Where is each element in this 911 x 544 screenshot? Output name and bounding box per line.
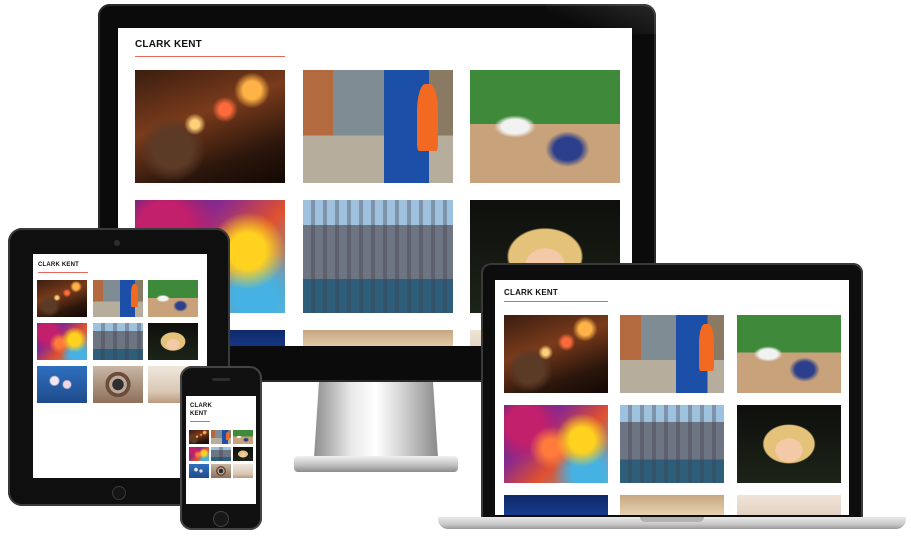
gallery-photo-baseball[interactable]	[470, 70, 620, 183]
gallery-photo-wheel[interactable]	[93, 366, 143, 403]
gallery-photo-baseball[interactable]	[148, 280, 198, 317]
site-title-line-2[interactable]: KENT	[190, 411, 207, 417]
site-title[interactable]: CLARK KENT	[504, 288, 558, 297]
gallery-photo-restaurant[interactable]	[135, 70, 285, 183]
gallery-photo-street[interactable]	[93, 280, 143, 317]
title-underline	[190, 421, 210, 422]
gallery-photo-girl[interactable]	[233, 447, 253, 461]
gallery-photo-orchid[interactable]	[37, 366, 87, 403]
gallery-photo-wheel[interactable]	[620, 495, 724, 515]
gallery-photo-city[interactable]	[93, 323, 143, 360]
gallery-photo-blur[interactable]	[504, 405, 608, 483]
gallery-photo-restaurant[interactable]	[504, 315, 608, 393]
gallery-photo-city[interactable]	[211, 447, 231, 461]
site-title[interactable]: CLARK KENT	[38, 262, 79, 268]
gallery-photo-baseball[interactable]	[737, 315, 841, 393]
monitor-stand-base	[294, 456, 458, 472]
gallery-photo-street[interactable]	[620, 315, 724, 393]
gallery-photo-girl[interactable]	[737, 405, 841, 483]
gallery-photo-street[interactable]	[303, 70, 453, 183]
gallery-photo-orchid[interactable]	[504, 495, 608, 515]
tablet-home-button[interactable]	[112, 486, 126, 500]
gallery-photo-restaurant[interactable]	[189, 430, 209, 444]
gallery-photo-blur[interactable]	[189, 447, 209, 461]
gallery-photo-room[interactable]	[737, 495, 841, 515]
gallery-photo-city[interactable]	[303, 200, 453, 313]
gallery-photo-baseball[interactable]	[233, 430, 253, 444]
laptop-screen: CLARK KENT	[495, 280, 849, 515]
gallery-photo-blur[interactable]	[37, 323, 87, 360]
site-title[interactable]: CLARK KENT	[135, 39, 202, 50]
phone-speaker	[212, 378, 230, 381]
title-underline	[135, 56, 285, 57]
gallery-photo-wheel[interactable]	[211, 464, 231, 478]
gallery-photo-wheel[interactable]	[303, 330, 453, 346]
laptop-lid: CLARK KENT	[481, 263, 863, 519]
title-underline	[38, 272, 88, 273]
phone-device: CLARK KENT	[180, 366, 262, 530]
site-title-line-1[interactable]: CLARK	[190, 403, 212, 409]
phone-screen: CLARK KENT	[186, 396, 256, 504]
gallery-photo-street[interactable]	[211, 430, 231, 444]
gallery-photo-girl[interactable]	[148, 323, 198, 360]
gallery-photo-restaurant[interactable]	[37, 280, 87, 317]
title-underline	[504, 301, 608, 302]
monitor-stand-neck	[314, 382, 438, 458]
laptop-hinge-notch	[640, 517, 704, 522]
phone-home-button[interactable]	[213, 511, 229, 527]
tablet-camera-dot	[114, 240, 120, 246]
gallery-photo-orchid[interactable]	[189, 464, 209, 478]
gallery-photo-room[interactable]	[233, 464, 253, 478]
gallery-photo-city[interactable]	[620, 405, 724, 483]
